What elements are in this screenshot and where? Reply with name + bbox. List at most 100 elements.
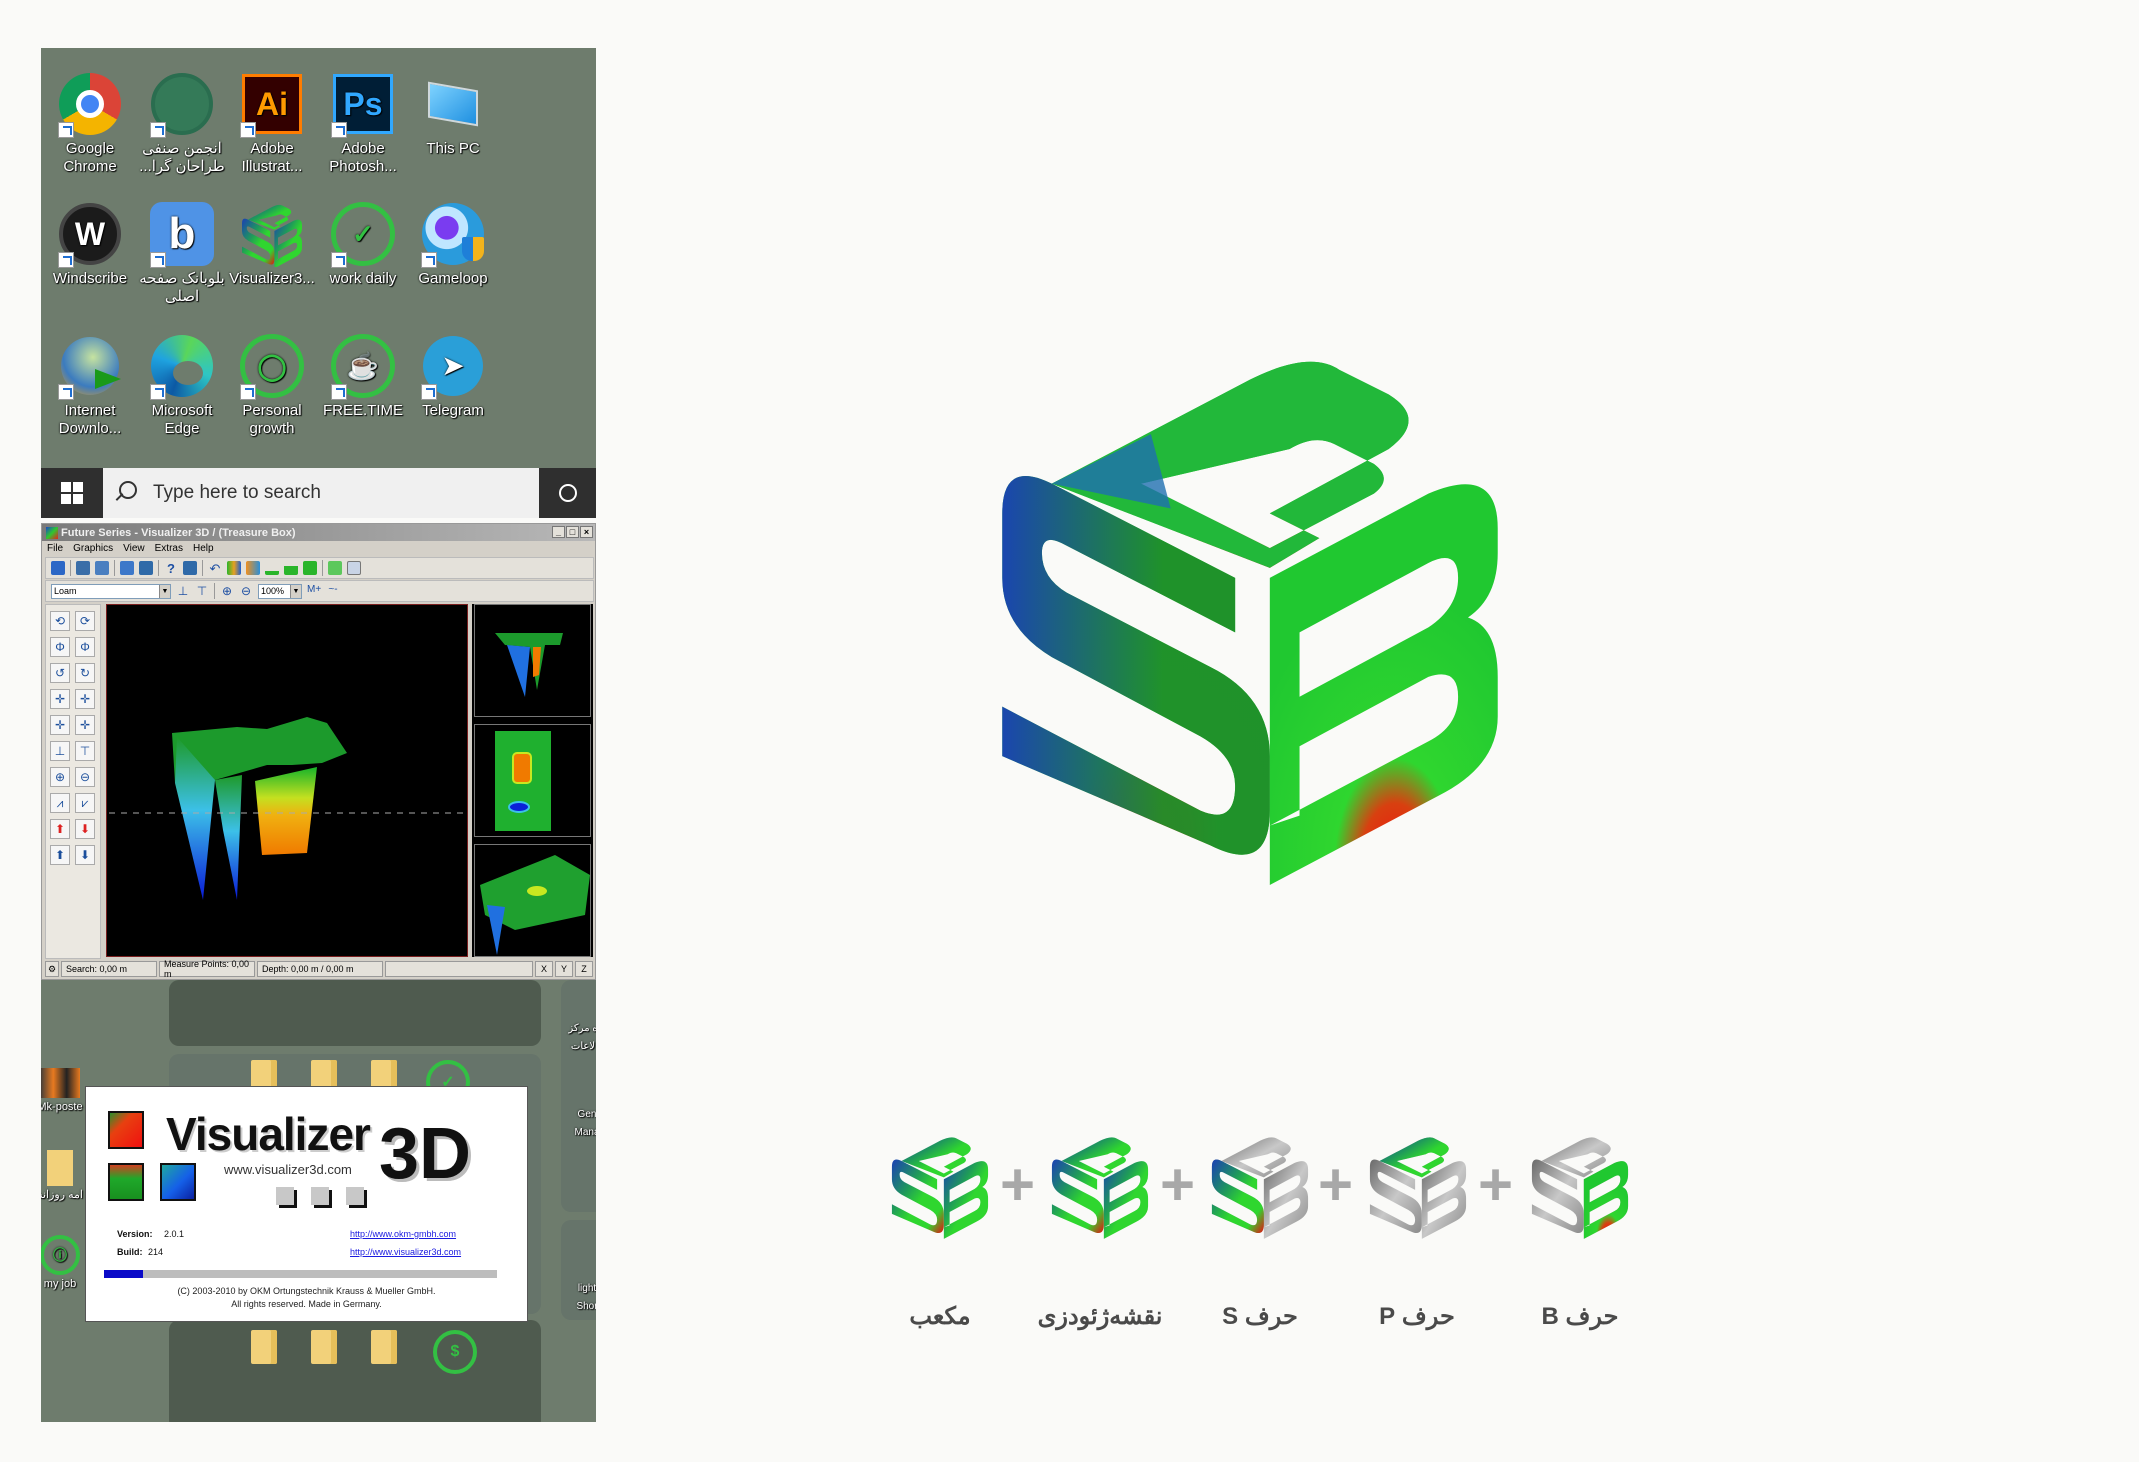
taskbar-search-input[interactable]: Type here to search bbox=[103, 468, 539, 518]
chevron-down-icon: ▼ bbox=[290, 584, 301, 598]
desktop-icon-windscribe[interactable]: W Windscribe bbox=[44, 200, 136, 288]
color-map-icon[interactable] bbox=[246, 561, 260, 575]
desktop-icon-free-time[interactable]: ☕ FREE.TIME bbox=[317, 332, 409, 420]
start-button[interactable] bbox=[41, 468, 103, 518]
rights-text: All rights reserved. Made in Germany. bbox=[231, 1299, 382, 1309]
status-depth: Depth: 0,00 m / 0,00 m bbox=[257, 961, 383, 977]
my-job-icon: ⓘ bbox=[41, 1235, 80, 1275]
raise-blue-icon[interactable]: ⬆ bbox=[50, 845, 70, 865]
desktop-icon-work-daily[interactable]: ✓ work daily bbox=[317, 200, 409, 288]
level-high-icon[interactable] bbox=[303, 561, 317, 575]
desktop-icon-photoshop[interactable]: Ps Adobe Photosh... bbox=[317, 70, 409, 176]
desktop-icon-idm[interactable]: Internet Downlo... bbox=[44, 332, 136, 438]
raise-red-icon[interactable]: ⬆ bbox=[50, 819, 70, 839]
move-in-icon[interactable]: ✛ bbox=[50, 689, 70, 709]
rotate-z-left-icon[interactable]: ↺ bbox=[50, 663, 70, 683]
rotate-x-left-icon[interactable]: ⟲ bbox=[50, 611, 70, 631]
green-tile-icon bbox=[108, 1163, 144, 1201]
save-icon[interactable] bbox=[95, 561, 109, 575]
scale-up-icon[interactable]: ⩗ bbox=[75, 793, 95, 813]
desktop-icon-my-job[interactable]: ⓘ my job bbox=[41, 1235, 85, 1293]
menu-file[interactable]: File bbox=[47, 543, 63, 554]
pan-out-icon[interactable]: ✛ bbox=[75, 715, 95, 735]
perspective-view-preview[interactable] bbox=[474, 844, 591, 957]
folder-icon[interactable] bbox=[371, 1330, 397, 1364]
settings-gear-icon[interactable]: ⚙ bbox=[45, 961, 59, 977]
menu-help[interactable]: Help bbox=[193, 543, 214, 554]
print-icon[interactable] bbox=[139, 561, 153, 575]
close-button[interactable]: × bbox=[580, 526, 593, 538]
blue-tile-icon bbox=[160, 1163, 196, 1201]
help-icon[interactable]: ? bbox=[164, 561, 178, 576]
folder-icon[interactable] bbox=[251, 1330, 277, 1364]
window-settings-icon[interactable] bbox=[183, 561, 197, 575]
graph-icon[interactable] bbox=[227, 561, 241, 575]
axis-y-button[interactable]: Y bbox=[555, 961, 573, 977]
lower-blue-icon[interactable]: ⬇ bbox=[75, 845, 95, 865]
depth-up-icon[interactable]: ⊤ bbox=[195, 584, 209, 598]
level-low-icon[interactable] bbox=[265, 561, 279, 575]
rotate-y-right-icon[interactable]: Φ bbox=[75, 637, 95, 657]
move-out-icon[interactable]: ✛ bbox=[75, 689, 95, 709]
marker-remove-icon[interactable]: ~- bbox=[326, 584, 340, 598]
raise-plane-icon[interactable]: ⊤ bbox=[75, 741, 95, 761]
window-titlebar[interactable]: Future Series - Visualizer 3D / (Treasur… bbox=[42, 524, 595, 541]
3d-viewport[interactable] bbox=[106, 604, 468, 957]
chart-icon[interactable] bbox=[347, 561, 361, 575]
desktop-fence bbox=[169, 1320, 541, 1422]
menu-extras[interactable]: Extras bbox=[155, 543, 183, 554]
cortana-button[interactable] bbox=[539, 468, 596, 518]
desktop-icon-this-pc[interactable]: This PC bbox=[407, 70, 499, 158]
undo-icon[interactable]: ↶ bbox=[208, 561, 222, 576]
zoom-select[interactable]: 100% ▼ bbox=[258, 583, 302, 599]
rotate-y-left-icon[interactable]: Φ bbox=[50, 637, 70, 657]
axis-z-button[interactable]: Z bbox=[575, 961, 593, 977]
windows-logo-icon bbox=[61, 482, 83, 504]
desktop-icon-blubank[interactable]: b بلوبانک صفحه اصلی bbox=[136, 200, 228, 306]
education-icon[interactable]: $ bbox=[433, 1330, 477, 1374]
copyright-text: (C) 2003-2010 by OKM Ortungstechnik Krau… bbox=[177, 1286, 436, 1296]
desktop-icon-gameloop[interactable]: Gameloop bbox=[407, 200, 499, 288]
marker-add-icon[interactable]: M+ bbox=[307, 584, 321, 598]
main-toolbar: ? ↶ bbox=[45, 557, 594, 579]
desktop-icon-light-shortcut[interactable]: light Shor bbox=[567, 1280, 596, 1316]
new-file-icon[interactable] bbox=[51, 561, 65, 575]
axis-x-button[interactable]: X bbox=[535, 961, 553, 977]
desktop-icon-telegram[interactable]: ➤ Telegram bbox=[407, 332, 499, 420]
desktop-icon-daily-notes[interactable]: امه روزانه bbox=[41, 1150, 85, 1204]
zoom-in-icon[interactable]: ⊕ bbox=[50, 767, 70, 787]
menu-view[interactable]: View bbox=[123, 543, 145, 554]
lower-plane-icon[interactable]: ⊥ bbox=[50, 741, 70, 761]
zoom-out-icon[interactable]: ⊖ bbox=[75, 767, 95, 787]
rotate-x-right-icon[interactable]: ⟳ bbox=[75, 611, 95, 631]
maximize-button[interactable]: □ bbox=[566, 526, 579, 538]
lower-red-icon[interactable]: ⬇ bbox=[75, 819, 95, 839]
desktop-icon-visualizer[interactable]: Visualizer3... bbox=[226, 200, 318, 288]
pan-in-icon[interactable]: ✛ bbox=[50, 715, 70, 735]
folder-icon[interactable] bbox=[311, 1330, 337, 1364]
desktop-icon-personal-growth[interactable]: ◯ Personal growth bbox=[226, 332, 318, 438]
desktop-icon-illustrator[interactable]: Ai Adobe Illustrat... bbox=[226, 70, 318, 176]
zoom-out-icon[interactable]: ⊖ bbox=[239, 584, 253, 598]
desktop-icon-association[interactable]: انجمن صنفی طراحان گرا... bbox=[136, 70, 228, 176]
minimize-button[interactable]: _ bbox=[552, 526, 565, 538]
desktop-icon-info-center[interactable]: ه مرکز لاعات bbox=[563, 1020, 596, 1056]
okm-link[interactable]: http://www.okm-gmbh.com bbox=[350, 1229, 456, 1239]
menu-graphics[interactable]: Graphics bbox=[73, 543, 113, 554]
material-select[interactable]: Loam ▼ bbox=[51, 583, 171, 599]
desktop-icon-mk-poster[interactable]: Mk-poste bbox=[41, 1068, 85, 1116]
grid-icon[interactable] bbox=[328, 561, 342, 575]
zoom-in-icon[interactable]: ⊕ bbox=[220, 584, 234, 598]
rotate-z-right-icon[interactable]: ↻ bbox=[75, 663, 95, 683]
scale-down-icon[interactable]: ⩘ bbox=[50, 793, 70, 813]
visualizer-link[interactable]: http://www.visualizer3d.com bbox=[350, 1247, 461, 1257]
open-folder-icon[interactable] bbox=[76, 561, 90, 575]
top-view-preview[interactable] bbox=[474, 724, 591, 837]
desktop-icon-gen-mana[interactable]: Gen Mana bbox=[567, 1106, 596, 1142]
depth-down-icon[interactable]: ⊥ bbox=[176, 584, 190, 598]
level-mid-icon[interactable] bbox=[284, 561, 298, 575]
desktop-icon-edge[interactable]: Microsoft Edge bbox=[136, 332, 228, 438]
desktop-icon-chrome[interactable]: Google Chrome bbox=[44, 70, 136, 176]
edit-icon[interactable] bbox=[120, 561, 134, 575]
front-view-preview[interactable] bbox=[474, 604, 591, 717]
